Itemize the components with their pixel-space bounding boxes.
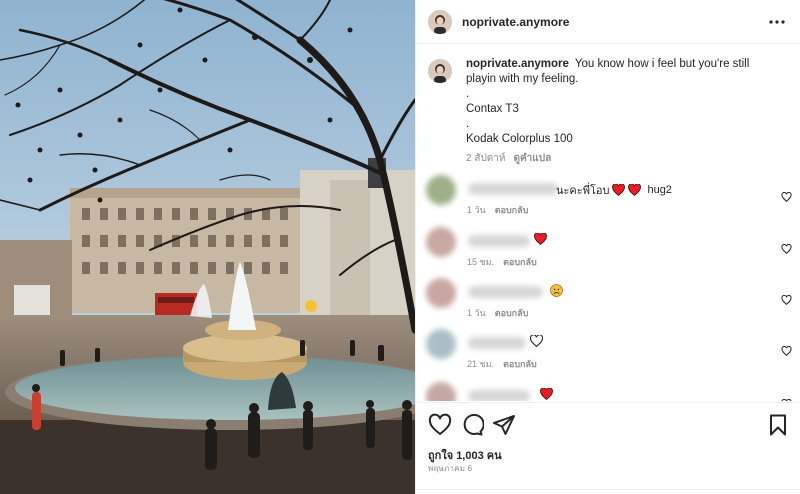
- comment-time[interactable]: 21 ชม.: [467, 357, 494, 371]
- like-icon: [781, 294, 792, 305]
- post-photo[interactable]: [0, 0, 415, 494]
- comment-button[interactable]: [460, 413, 485, 437]
- comment-item: [416, 382, 800, 401]
- comment-text: [530, 335, 543, 347]
- post-details-panel: noprivate.anymore noprivate.anymore You …: [415, 0, 800, 494]
- comment-suffix: hug2: [647, 184, 672, 196]
- caption-line: .: [466, 88, 470, 100]
- see-translation-button[interactable]: ดูคำแปล: [514, 151, 552, 166]
- commenter-username-blurred[interactable]: [468, 337, 526, 349]
- caption-author-avatar[interactable]: [428, 59, 452, 83]
- avatar-image: [428, 59, 452, 83]
- caption-meta: 2 สัปดาห์ ดูคำแปล: [466, 151, 776, 166]
- comment-meta: 15 ชม. ตอบกลับ: [467, 255, 537, 269]
- comment-item: 15 ชม. ตอบกลับ: [416, 227, 800, 277]
- comment-time[interactable]: 1 วัน: [467, 203, 486, 217]
- comment-item: 21 ชม. ตอบกลับ: [416, 329, 800, 379]
- caption-time[interactable]: 2 สัปดาห์: [466, 151, 506, 166]
- post-header: noprivate.anymore: [416, 0, 800, 44]
- comment-icon: [463, 413, 485, 436]
- caption-line: Kodak Colorplus 100: [466, 133, 573, 145]
- like-icon: [781, 243, 792, 254]
- author-avatar[interactable]: [428, 9, 452, 34]
- commenter-avatar[interactable]: [426, 329, 456, 359]
- reply-button[interactable]: ตอบกลับ: [503, 357, 537, 371]
- red-heart-emoji-icon: [534, 233, 547, 245]
- comment-item: 1 วัน ตอบกลับ: [416, 278, 800, 328]
- red-heart-emoji-icon: [628, 184, 642, 196]
- white-heart-emoji-icon: [530, 335, 543, 347]
- comment-text: [550, 284, 563, 297]
- sad-face-emoji-icon: [550, 284, 563, 297]
- commenter-username-blurred[interactable]: [468, 183, 558, 195]
- post-date: พฤษภาคม 6: [428, 464, 473, 473]
- share-icon: [493, 415, 515, 435]
- comment-text: นะคะพี่โอบ hug2: [556, 181, 672, 199]
- share-button[interactable]: [492, 413, 516, 437]
- comment-like-button[interactable]: [781, 345, 792, 359]
- post-actions: ถูกใจ 1,003 คน พฤษภาคม 6: [416, 402, 800, 494]
- commenter-avatar[interactable]: [426, 175, 456, 205]
- caption-username[interactable]: noprivate.anymore: [466, 58, 569, 70]
- like-icon: [428, 413, 452, 435]
- comment-like-button[interactable]: [781, 191, 792, 205]
- red-heart-emoji-icon: [540, 388, 553, 400]
- save-button[interactable]: [766, 413, 790, 437]
- comment-message: นะคะพี่โอบ: [556, 185, 610, 197]
- commenter-username-blurred[interactable]: [468, 235, 530, 247]
- reply-button[interactable]: ตอบกลับ: [495, 306, 529, 320]
- comment-item: นะคะพี่โอบ hug2 1 วัน ตอบกลับ: [416, 175, 800, 225]
- commenter-avatar[interactable]: [426, 227, 456, 257]
- caption-line: .: [466, 118, 470, 130]
- more-options-button[interactable]: [765, 10, 789, 34]
- comment-time[interactable]: 15 ชม.: [467, 255, 494, 269]
- comment-text: [540, 388, 553, 400]
- comment-like-button[interactable]: [781, 243, 792, 257]
- caption-body: noprivate.anymore You know how i feel bu…: [466, 57, 776, 166]
- comment-time[interactable]: 1 วัน: [467, 306, 486, 320]
- comment-meta: 1 วัน ตอบกลับ: [467, 306, 528, 320]
- like-button[interactable]: [428, 413, 452, 437]
- caption-line: Contax T3: [466, 103, 519, 115]
- author-username[interactable]: noprivate.anymore: [462, 15, 569, 29]
- reply-button[interactable]: ตอบกลับ: [503, 255, 537, 269]
- add-comment-area[interactable]: [416, 489, 800, 494]
- photo-trafalgar-square: [0, 0, 415, 494]
- instagram-post: noprivate.anymore noprivate.anymore You …: [0, 0, 800, 494]
- comment-meta: 1 วัน ตอบกลับ: [467, 203, 528, 217]
- comment-like-button[interactable]: [781, 294, 792, 308]
- action-bar: [428, 413, 790, 437]
- like-icon: [781, 398, 792, 401]
- like-icon: [781, 345, 792, 356]
- more-options-icon: [769, 19, 785, 24]
- comment-text: [534, 233, 547, 245]
- red-heart-emoji-icon: [612, 184, 626, 196]
- comment-meta: 21 ชม. ตอบกลับ: [467, 357, 537, 371]
- post-caption: noprivate.anymore You know how i feel bu…: [428, 57, 788, 166]
- comments-section[interactable]: noprivate.anymore You know how i feel bu…: [416, 45, 800, 401]
- commenter-avatar[interactable]: [426, 278, 456, 308]
- avatar-image: [428, 9, 452, 34]
- commenter-username-blurred[interactable]: [468, 390, 530, 401]
- save-icon: [770, 414, 786, 436]
- like-icon: [781, 191, 792, 202]
- caption-lines: . Contax T3 . Kodak Colorplus 100: [466, 87, 776, 147]
- commenter-username-blurred[interactable]: [468, 286, 543, 298]
- comment-like-button[interactable]: [781, 398, 792, 401]
- commenter-avatar[interactable]: [426, 382, 456, 401]
- reply-button[interactable]: ตอบกลับ: [495, 203, 529, 217]
